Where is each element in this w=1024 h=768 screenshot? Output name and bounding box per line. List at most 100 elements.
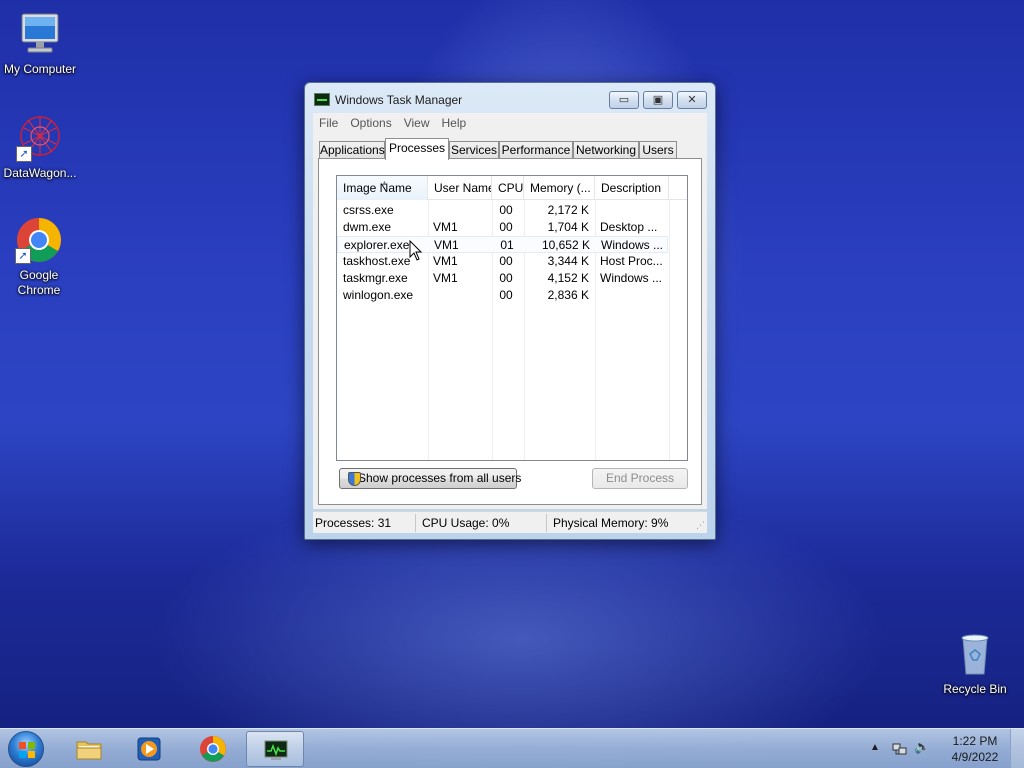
desktop-icon-my-computer[interactable]: My Computer	[0, 10, 80, 77]
chrome-icon: ➚	[15, 216, 63, 264]
taskbar: ▲ 🔈 1:22 PM 4/9/2022	[0, 728, 1024, 768]
status-divider	[546, 514, 547, 532]
list-header: ▲ Image Name User Name CPU Memory (... D…	[337, 176, 687, 200]
desktop-icon-google-chrome[interactable]: ➚ Google Chrome	[0, 216, 79, 298]
network-icon[interactable]	[892, 741, 908, 757]
status-bar: Processes: 31 CPU Usage: 0% Physical Mem…	[313, 511, 707, 533]
client-area: Applications Processes Services Performa…	[313, 133, 707, 509]
column-memory[interactable]: Memory (...	[524, 176, 595, 200]
menu-view[interactable]: View	[398, 113, 436, 133]
tab-processes[interactable]: Processes	[385, 138, 449, 160]
menu-file[interactable]: File	[313, 113, 344, 133]
cell-cpu: 00	[499, 288, 513, 302]
cell-image-name: dwm.exe	[343, 220, 392, 234]
folder-icon	[76, 741, 102, 760]
column-divider	[669, 200, 670, 460]
tab-applications[interactable]: Applications	[319, 141, 385, 159]
desktop-icon-label: DataWagon...	[3, 166, 77, 180]
volume-icon[interactable]: 🔈	[914, 739, 930, 755]
window-title: Windows Task Manager	[335, 93, 463, 107]
cell-description: Windows ...	[601, 238, 664, 252]
show-all-processes-button[interactable]: Show processes from all users	[339, 468, 521, 489]
computer-icon	[16, 10, 64, 58]
shield-icon	[348, 472, 361, 486]
tab-networking[interactable]: Networking	[573, 141, 639, 159]
column-label: Image Name	[343, 181, 412, 195]
table-row[interactable]: dwm.exe VM1 00 1,704 K Desktop ...	[337, 219, 668, 236]
table-row[interactable]: explorer.exe VM1 01 10,652 K Windows ...	[337, 236, 668, 253]
menu-options[interactable]: Options	[344, 113, 397, 133]
cell-image-name: winlogon.exe	[343, 288, 414, 302]
sort-up-icon: ▲	[381, 180, 388, 187]
taskbar-explorer-button[interactable]	[60, 731, 118, 767]
start-button[interactable]	[8, 731, 44, 767]
column-image-name[interactable]: ▲ Image Name	[337, 176, 428, 200]
tab-users[interactable]: Users	[639, 141, 677, 159]
table-row[interactable]: taskhost.exe VM1 00 3,344 K Host Proc...	[337, 253, 668, 270]
cell-user-name: VM1	[433, 271, 458, 285]
cell-cpu: 00	[499, 220, 513, 234]
show-hidden-icons-icon[interactable]: ▲	[870, 742, 880, 753]
system-tray: ▲ 🔈 1:22 PM 4/9/2022	[860, 729, 1024, 768]
cell-memory: 1,704 K	[547, 220, 589, 234]
desktop-icon-label: My Computer	[3, 62, 77, 76]
close-button[interactable]: ✕	[677, 91, 707, 109]
task-manager-icon	[314, 93, 330, 106]
minimize-button[interactable]: ▭	[609, 91, 639, 109]
maximize-button[interactable]: ▣	[643, 91, 673, 109]
task-manager-window: Windows Task Manager ▭ ▣ ✕ File Options Vi…	[304, 82, 716, 540]
desktop-icon-recycle-bin[interactable]: Recycle Bin	[935, 630, 1015, 697]
mouse-cursor-icon	[409, 240, 423, 261]
column-user-name[interactable]: User Name	[428, 176, 492, 200]
process-list[interactable]: ▲ Image Name User Name CPU Memory (... D…	[336, 175, 688, 461]
status-physical-memory: Physical Memory: 9%	[553, 516, 669, 530]
cell-cpu: 00	[499, 271, 513, 285]
clock-time: 1:22 PM	[952, 734, 998, 748]
end-process-button[interactable]: End Process	[592, 468, 688, 489]
clock[interactable]: 1:22 PM 4/9/2022	[940, 733, 1010, 765]
cell-cpu: 01	[500, 238, 514, 252]
shortcut-arrow-icon: ➚	[15, 248, 31, 264]
status-divider	[415, 514, 416, 532]
cell-memory: 2,172 K	[547, 203, 589, 217]
media-player-icon	[137, 737, 161, 761]
close-icon: ✕	[687, 94, 697, 106]
cell-memory: 3,344 K	[547, 254, 589, 268]
cell-user-name: VM1	[434, 238, 459, 252]
cell-cpu: 00	[499, 203, 513, 217]
cell-memory: 4,152 K	[547, 271, 589, 285]
datawagon-icon: ➚	[16, 114, 64, 162]
task-manager-icon	[264, 740, 288, 760]
cell-description: Host Proc...	[600, 254, 663, 268]
show-desktop-button[interactable]	[1010, 729, 1024, 768]
cell-image-name: csrss.exe	[343, 203, 394, 217]
title-bar[interactable]: Windows Task Manager ▭ ▣ ✕	[305, 83, 715, 113]
taskbar-chrome-button[interactable]	[184, 731, 242, 767]
table-row[interactable]: taskmgr.exe VM1 00 4,152 K Windows ...	[337, 270, 668, 287]
cell-image-name: taskmgr.exe	[343, 271, 408, 285]
table-row[interactable]: winlogon.exe 00 2,836 K	[337, 287, 668, 304]
shortcut-arrow-icon: ➚	[16, 146, 32, 162]
resize-grip-icon[interactable]: ⋰	[696, 520, 705, 531]
recycle-bin-icon	[951, 630, 999, 678]
cell-memory: 10,652 K	[541, 238, 590, 252]
chrome-icon	[200, 736, 226, 762]
restore-icon: ▣	[652, 94, 664, 106]
menu-bar: File Options View Help	[313, 113, 707, 133]
cell-memory: 2,836 K	[547, 288, 589, 302]
column-description[interactable]: Description	[595, 176, 669, 200]
taskbar-task-manager-button[interactable]	[246, 731, 304, 767]
menu-help[interactable]: Help	[436, 113, 473, 133]
taskbar-media-player-button[interactable]	[120, 731, 178, 767]
processes-panel: ▲ Image Name User Name CPU Memory (... D…	[318, 158, 702, 505]
clock-date: 4/9/2022	[951, 750, 999, 764]
cell-description: Windows ...	[600, 271, 663, 285]
show-all-processes-label: Show processes from all users	[358, 471, 522, 485]
desktop-icon-datawagon[interactable]: ➚ DataWagon...	[0, 114, 80, 181]
tab-performance[interactable]: Performance	[499, 141, 573, 159]
column-cpu[interactable]: CPU	[492, 176, 524, 200]
tab-services[interactable]: Services	[449, 141, 499, 159]
desktop-icon-label: Recycle Bin	[943, 682, 1007, 696]
cell-user-name: VM1	[433, 220, 458, 234]
table-row[interactable]: csrss.exe 00 2,172 K	[337, 202, 668, 219]
